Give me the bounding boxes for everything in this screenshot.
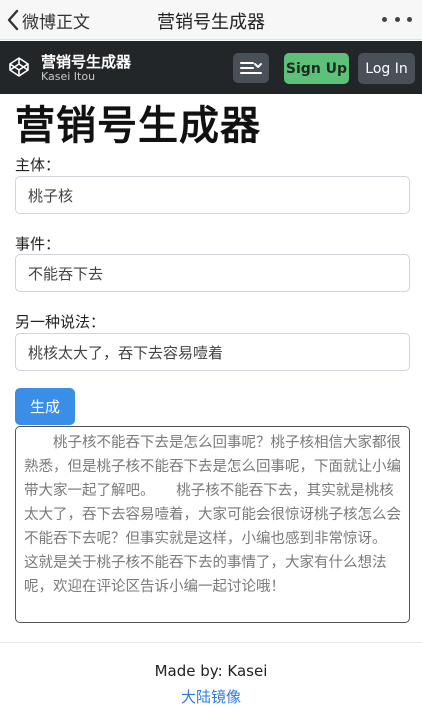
menu-icon (240, 62, 262, 74)
menu-button[interactable] (233, 53, 269, 83)
login-button[interactable]: Log In (358, 53, 415, 84)
mirror-link[interactable]: 大陆镜像 (0, 686, 422, 707)
subject-input[interactable] (15, 176, 410, 214)
event-input[interactable] (15, 254, 410, 292)
page-title-bar: 营销号生成器 (157, 12, 265, 33)
output-textarea[interactable]: 桃子核不能吞下去是怎么回事呢？桃子核相信大家都很熟悉，但是桃子核不能吞下去是怎么… (15, 426, 410, 623)
app-top-bar: 微博正文 营销号生成器 (0, 0, 422, 40)
generate-button[interactable]: 生成 (15, 388, 75, 425)
main-heading: 营销号生成器 (15, 103, 261, 149)
signup-button[interactable]: Sign Up (284, 53, 349, 84)
brand-author[interactable]: Kasei Itou (41, 70, 95, 83)
subject-label: 主体： (15, 156, 61, 174)
brand-title[interactable]: 营销号生成器 (41, 51, 131, 72)
site-navbar: 营销号生成器 Kasei Itou Sign Up Log In (0, 41, 422, 94)
footer-credit: Made by: Kasei (154, 662, 268, 680)
codepen-logo-icon[interactable] (9, 57, 29, 77)
alt-input[interactable] (15, 333, 410, 371)
alt-label: 另一种说法： (15, 313, 106, 331)
more-options-icon[interactable] (382, 12, 412, 26)
event-label: 事件： (15, 235, 61, 253)
divider (0, 642, 422, 643)
